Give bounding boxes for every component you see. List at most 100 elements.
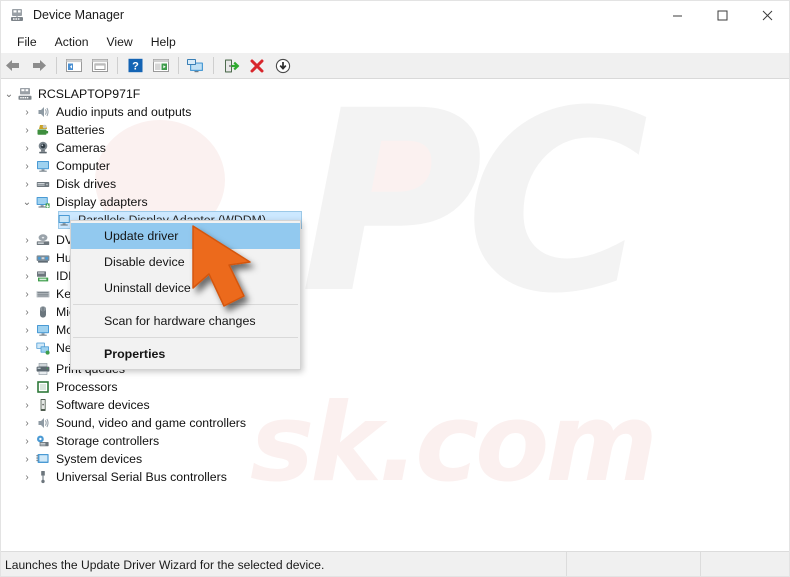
show-hide-console-tree-button[interactable] [62,55,86,77]
tree-item-software-devices[interactable]: › Software devices [19,396,150,414]
uninstall-device-button[interactable] [245,55,269,77]
tree-item-label: Cameras [56,141,106,155]
chevron-right-icon[interactable]: › [19,361,35,377]
tree-item-audio-inputs-and-outputs[interactable]: › Audio inputs and outputs [19,103,191,121]
back-button[interactable] [1,55,25,77]
tree-item-label: Batteries [56,123,105,137]
context-menu-item-disable-device[interactable]: Disable device [71,249,300,275]
tree-item-label: Software devices [56,398,150,412]
forward-button[interactable] [27,55,51,77]
tree-item-label: Storage controllers [56,434,160,448]
toolbar: ? [0,53,790,79]
tree-item-processors[interactable]: › Processors [19,378,117,396]
close-button[interactable] [745,0,790,30]
printer-icon [35,361,51,377]
context-menu: Update driver Disable device Uninstall d… [70,220,301,370]
tree-item-label: System devices [56,452,143,466]
disk-drive-icon [35,176,51,192]
ide-controller-icon [35,268,51,284]
menu-file[interactable]: File [8,32,46,52]
chevron-right-icon[interactable]: › [19,451,35,467]
usb-icon [35,469,51,485]
software-device-icon [35,397,51,413]
update-driver-button[interactable] [219,55,243,77]
chevron-right-icon[interactable]: › [19,304,35,320]
chevron-right-icon[interactable]: › [19,176,35,192]
dvd-drive-icon [35,232,51,248]
minimize-button[interactable] [655,0,700,30]
processor-icon [35,379,51,395]
camera-icon [35,140,51,156]
tree-item-disk-drives[interactable]: › Disk drives [19,175,116,193]
context-menu-item-properties[interactable]: Properties [71,341,300,367]
chevron-right-icon[interactable]: › [19,122,35,138]
toolbar-separator-3 [178,57,179,74]
svg-text:?: ? [132,60,139,72]
chevron-right-icon[interactable]: › [19,415,35,431]
chevron-right-icon[interactable]: › [19,286,35,302]
chevron-right-icon[interactable]: › [19,433,35,449]
chevron-right-icon[interactable]: › [19,250,35,266]
toolbar-separator-1 [56,57,57,74]
tree-item-cameras[interactable]: › Cameras [19,139,106,157]
tree-item-storage-controllers[interactable]: › Storage controllers [19,432,159,450]
tree-item-universal-serial-bus-controllers[interactable]: › Universal Serial Bus controllers [19,468,227,486]
disable-device-button[interactable] [271,55,295,77]
tree-item-batteries[interactable]: › Batteries [19,121,105,139]
help-button[interactable]: ? [123,55,147,77]
properties-button[interactable] [88,55,112,77]
context-menu-item-uninstall-device[interactable]: Uninstall device [71,275,300,301]
display-adapter-icon [35,194,51,210]
chevron-down-icon[interactable]: ⌄ [19,194,35,210]
tree-item-sound-video-and-game-controllers[interactable]: › Sound, video and game controllers [19,414,246,432]
view-panel-icon-button[interactable] [149,55,173,77]
menu-bar: File Action View Help [0,30,790,53]
status-panel-2 [567,551,701,577]
chevron-right-icon[interactable]: › [19,104,35,120]
chevron-right-icon[interactable]: › [19,469,35,485]
toolbar-separator-4 [213,57,214,74]
chevron-right-icon[interactable]: › [19,397,35,413]
tree-item-label: RCSLAPTOP971F [38,87,141,101]
title-bar: Device Manager [0,0,790,30]
context-menu-separator-1 [73,304,298,305]
tree-item-label: Display adapters [56,195,148,209]
tree-item-system-devices[interactable]: › System devices [19,450,142,468]
scan-hardware-changes-button[interactable] [184,55,208,77]
tree-item-label: Sound, video and game controllers [56,416,247,430]
status-panel-3 [701,552,790,577]
context-menu-item-update-driver[interactable]: Update driver [71,223,300,249]
chevron-right-icon[interactable]: › [19,268,35,284]
menu-view[interactable]: View [98,32,142,52]
monitor-icon [35,322,51,338]
hid-icon [35,250,51,266]
context-menu-separator-2 [73,337,298,338]
tree-item-root[interactable]: ⌄ RCSLAPTOP971F [1,85,141,103]
mouse-icon [35,304,51,320]
device-manager-icon [9,7,25,23]
speaker-icon [35,415,51,431]
chevron-right-icon[interactable]: › [19,322,35,338]
toolbar-separator-2 [117,57,118,74]
status-message: Launches the Update Driver Wizard for th… [5,557,325,572]
menu-action[interactable]: Action [46,32,98,52]
menu-help[interactable]: Help [142,32,185,52]
keyboard-icon [35,286,51,302]
chevron-right-icon[interactable]: › [19,232,35,248]
maximize-button[interactable] [700,0,745,30]
tree-item-label: Universal Serial Bus controllers [56,470,227,484]
chevron-right-icon[interactable]: › [19,340,35,356]
tree-item-computer[interactable]: › Computer [19,157,110,175]
tree-item-display-adapters[interactable]: ⌄ Display adapters [19,193,148,211]
chevron-down-icon[interactable]: ⌄ [1,86,17,102]
status-bar: Launches the Update Driver Wizard for th… [0,551,790,577]
window-controls [655,0,790,30]
monitor-icon [35,158,51,174]
context-menu-item-scan-for-hardware-changes[interactable]: Scan for hardware changes [71,308,300,334]
window-title: Device Manager [33,8,125,22]
chevron-right-icon[interactable]: › [19,140,35,156]
chevron-right-icon[interactable]: › [19,158,35,174]
battery-icon [35,122,51,138]
chevron-right-icon[interactable]: › [19,379,35,395]
